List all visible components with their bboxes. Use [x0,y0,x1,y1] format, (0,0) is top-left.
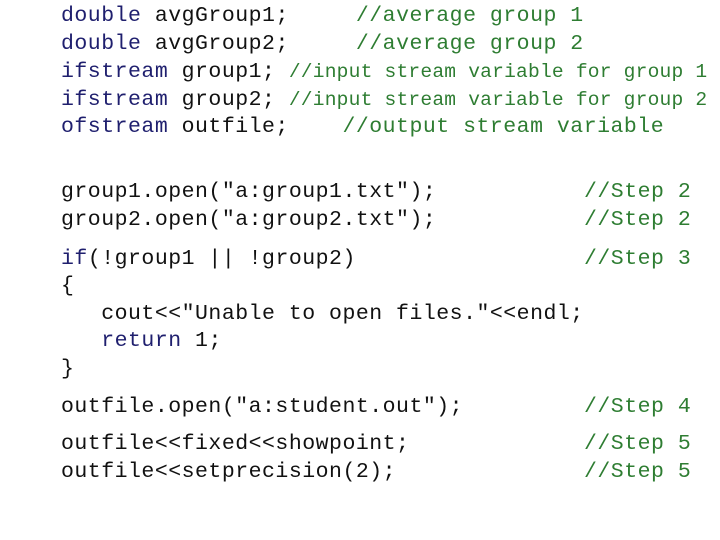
keyword: ofstream [61,115,169,139]
keyword: ifstream [61,88,169,112]
keyword: double [61,4,142,28]
comment: //input stream variable for group 2 [288,89,708,111]
keyword: ifstream [61,60,169,84]
keyword: if [61,247,88,271]
code-line-if: if(!group1 || !group2) [61,247,356,271]
code-line-decl-2: double avgGroup2; //average group 2 [61,32,584,56]
code-line-outfile-open: outfile.open("a:student.out"); [61,395,464,419]
code-line-open-2: group2.open("a:group2.txt"); [61,208,437,232]
comment: //average group 2 [355,32,584,56]
comment-step: //Step 2 [584,208,692,232]
code-line-open-brace: { [61,274,75,298]
code-text: group1; [168,60,289,84]
comment: //output stream variable [342,115,665,139]
code-text: outfile; [168,115,343,139]
comment-step: //Step 4 [584,395,692,419]
comment: //average group 1 [355,4,584,28]
code-text: avgGroup2; [141,32,356,56]
code-text: 1; [181,329,222,353]
code-line-decl-1: double avgGroup1; //average group 1 [61,4,584,28]
code-line-return: return 1; [61,329,222,353]
comment: //input stream variable for group 1 [288,61,708,83]
comment-step: //Step 3 [584,247,692,271]
comment-step: //Step 5 [584,432,692,456]
code-line-format-1: outfile<<fixed<<showpoint; [61,432,410,456]
keyword: double [61,32,142,56]
code-line-decl-5: ofstream outfile; //output stream variab… [61,115,664,139]
code-line-decl-3: ifstream group1; //input stream variable… [61,60,707,84]
comment-step: //Step 2 [584,180,692,204]
comment-step: //Step 5 [584,460,692,484]
code-text: group2; [168,88,289,112]
code-text: (!group1 || !group2) [87,247,356,271]
code-text: avgGroup1; [141,4,356,28]
keyword: return [101,329,182,353]
code-line-close-brace: } [61,357,75,381]
code-line-cout: cout<<"Unable to open files."<<endl; [61,302,584,326]
code-line-open-1: group1.open("a:group1.txt"); [61,180,437,204]
code-line-decl-4: ifstream group2; //input stream variable… [61,88,707,112]
code-line-format-2: outfile<<setprecision(2); [61,460,397,484]
